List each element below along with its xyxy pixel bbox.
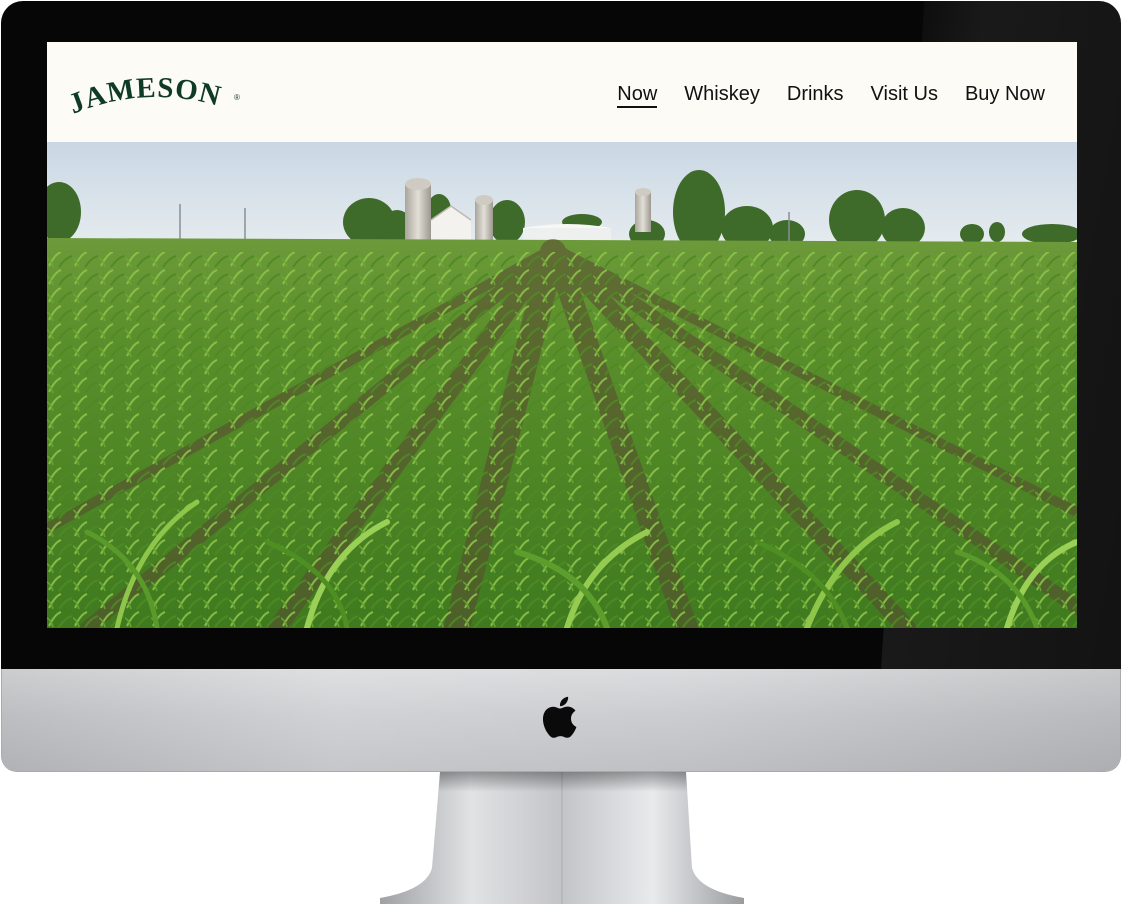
monitor-stand [380, 772, 744, 904]
nav-item-visit-us[interactable]: Visit Us [871, 82, 938, 108]
hero-image [47, 142, 1077, 628]
brand-logo[interactable]: JAMESON ® [69, 72, 245, 122]
nav-item-drinks[interactable]: Drinks [787, 82, 844, 108]
nav-item-now[interactable]: Now [617, 82, 658, 108]
registered-mark: ® [234, 93, 240, 102]
site-header: JAMESON ® Now Whiskey Drinks Visit Us Bu… [47, 42, 1077, 142]
main-nav: Now Whiskey Drinks Visit Us Buy Now [617, 82, 1045, 108]
nav-item-whiskey[interactable]: Whiskey [684, 82, 760, 108]
apple-icon [542, 696, 577, 738]
brand-wordmark: JAMESON [69, 72, 225, 120]
website-screen: JAMESON ® Now Whiskey Drinks Visit Us Bu… [47, 42, 1077, 628]
imac-mockup: JAMESON ® Now Whiskey Drinks Visit Us Bu… [0, 0, 1122, 904]
nav-item-buy-now[interactable]: Buy Now [965, 82, 1045, 108]
